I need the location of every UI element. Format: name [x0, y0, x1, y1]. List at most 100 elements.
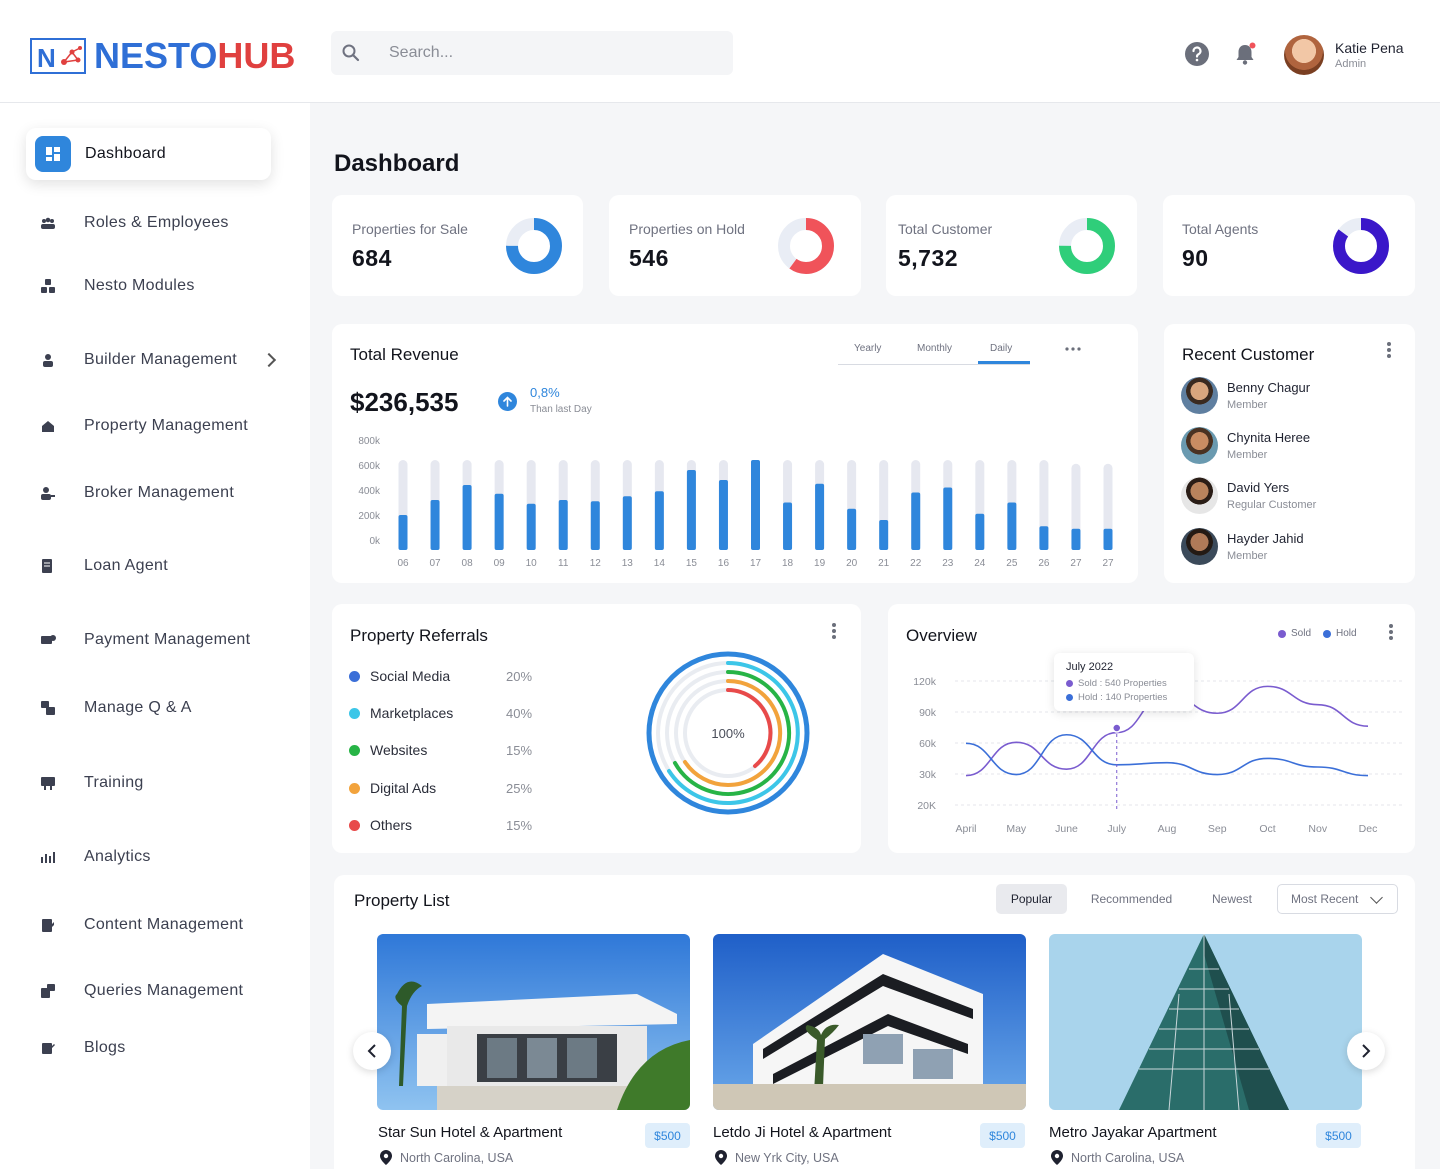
property-name[interactable]: Star Sun Hotel & Apartment: [378, 1124, 562, 1141]
y-tick-label: 600k: [358, 461, 381, 472]
sidebar-item-property[interactable]: Property Management: [30, 404, 248, 448]
property-name[interactable]: Metro Jayakar Apartment: [1049, 1124, 1217, 1141]
search-icon: [342, 44, 360, 62]
customer-role: Member: [1227, 399, 1268, 411]
user-name[interactable]: Katie Pena: [1335, 40, 1404, 56]
y-tick-label: 200k: [358, 511, 381, 522]
content-icon: [30, 907, 66, 943]
legend-dot: [349, 707, 360, 719]
logo-letter: N: [37, 43, 56, 73]
location-pin-icon: [380, 1150, 392, 1165]
carousel-prev-button[interactable]: [353, 1032, 391, 1070]
sidebar-item-analytics[interactable]: Analytics: [30, 835, 151, 879]
help-icon[interactable]: [1184, 41, 1210, 67]
property-image[interactable]: [713, 934, 1026, 1110]
x-tick-label: 24: [974, 558, 986, 569]
tab-daily[interactable]: Daily: [990, 343, 1012, 354]
x-tick-label: 23: [942, 558, 954, 569]
modules-icon: [30, 268, 66, 304]
more-vertical-icon[interactable]: [1389, 624, 1393, 640]
tab-yearly[interactable]: Yearly: [854, 343, 881, 354]
chevron-left-icon: [367, 1044, 376, 1058]
y-tick-label: 90k: [919, 707, 937, 719]
bar: [943, 487, 953, 550]
chevron-right-icon[interactable]: [261, 352, 277, 368]
sidebar-item-queries[interactable]: Queries Management: [30, 969, 243, 1013]
sidebar-item-builder[interactable]: Builder Management: [30, 338, 237, 382]
bar: [430, 500, 440, 550]
bar: [590, 501, 600, 550]
property-image[interactable]: [1049, 934, 1362, 1110]
bar: [718, 480, 728, 550]
more-horizontal-icon[interactable]: [1065, 346, 1081, 352]
search-bar[interactable]: [331, 31, 733, 75]
more-vertical-icon[interactable]: [832, 623, 836, 639]
referral-row: Social Media: [349, 668, 450, 684]
x-tick-label: 09: [494, 558, 506, 569]
sidebar-item-label: Training: [84, 774, 144, 791]
x-tick-label: 11: [558, 558, 569, 569]
referral-pct: 25%: [506, 781, 533, 796]
search-input[interactable]: [389, 44, 709, 62]
user-avatar[interactable]: [1284, 35, 1324, 75]
stat-card-total-agents[interactable]: Total Agents 90: [1163, 195, 1415, 296]
stat-card-properties-hold[interactable]: Properties on Hold 546: [609, 195, 861, 296]
sidebar-item-roles[interactable]: Roles & Employees: [30, 201, 229, 245]
referral-row: Websites: [349, 742, 427, 758]
sort-select[interactable]: Most Recent: [1277, 884, 1398, 914]
y-tick-label: 120k: [913, 676, 937, 688]
bar: [462, 485, 472, 550]
sidebar-item-training[interactable]: Training: [30, 761, 144, 805]
brand-logo[interactable]: N NESTOHUB: [30, 35, 295, 77]
more-vertical-icon[interactable]: [1387, 342, 1391, 358]
sidebar-item-label: Blogs: [84, 1039, 126, 1056]
property-name[interactable]: Letdo Ji Hotel & Apartment: [713, 1124, 891, 1141]
property-image[interactable]: [377, 934, 690, 1110]
legend-dot: [349, 744, 360, 756]
referral-row: Digital Ads: [349, 780, 436, 796]
sidebar-item-dashboard[interactable]: Dashboard: [26, 128, 271, 180]
carousel-next-button[interactable]: [1347, 1032, 1385, 1070]
bell-icon[interactable]: [1232, 41, 1258, 67]
location-pin-icon: [1051, 1150, 1063, 1165]
stat-card-total-customer[interactable]: Total Customer 5,732: [886, 195, 1137, 296]
loan-icon: [30, 548, 66, 584]
stat-card-properties-sale[interactable]: Properties for Sale 684: [332, 195, 583, 296]
referral-pct: 15%: [506, 818, 533, 833]
sort-select-value: Most Recent: [1291, 892, 1359, 906]
recent-customer-title: Recent Customer: [1182, 345, 1315, 364]
sidebar-item-qa[interactable]: Manage Q & A: [30, 686, 192, 730]
sidebar-item-broker[interactable]: Broker Management: [30, 471, 234, 515]
chevron-right-icon: [1362, 1044, 1371, 1058]
property-location: North Carolina, USA: [380, 1150, 513, 1165]
filter-recommended[interactable]: Recommended: [1079, 884, 1184, 914]
bar: [975, 513, 985, 550]
sidebar-item-loan-agent[interactable]: Loan Agent: [30, 544, 168, 588]
tab-monthly[interactable]: Monthly: [917, 343, 952, 354]
hover-point: [1112, 723, 1122, 733]
sidebar-item-label: Roles & Employees: [84, 214, 229, 231]
x-tick-label: 25: [1006, 558, 1018, 569]
legend-dot: [1323, 629, 1331, 638]
x-tick-label: 17: [750, 558, 762, 569]
queries-icon: [30, 973, 66, 1009]
sidebar-item-modules[interactable]: Nesto Modules: [30, 264, 195, 308]
sidebar-item-blogs[interactable]: Blogs: [30, 1026, 126, 1070]
property-icon: [30, 408, 66, 444]
sidebar-item-payment[interactable]: Payment Management: [30, 618, 250, 662]
bar: [1007, 502, 1017, 550]
bar: [911, 492, 921, 550]
filter-popular[interactable]: Popular: [996, 884, 1067, 914]
brand-name: NESTOHUB: [94, 35, 295, 77]
legend-dot: [349, 670, 360, 682]
property-location: New Yrk City, USA: [715, 1150, 839, 1165]
bar: [494, 493, 504, 550]
bar: [847, 508, 857, 550]
x-tick-label: 13: [622, 558, 634, 569]
sidebar-item-content[interactable]: Content Management: [30, 903, 243, 947]
filter-newest[interactable]: Newest: [1198, 884, 1266, 914]
y-tick-label: 20K: [917, 800, 936, 812]
x-tick-label: 19: [814, 558, 826, 569]
sidebar-item-label: Nesto Modules: [84, 277, 195, 294]
customer-avatar: [1181, 477, 1218, 514]
